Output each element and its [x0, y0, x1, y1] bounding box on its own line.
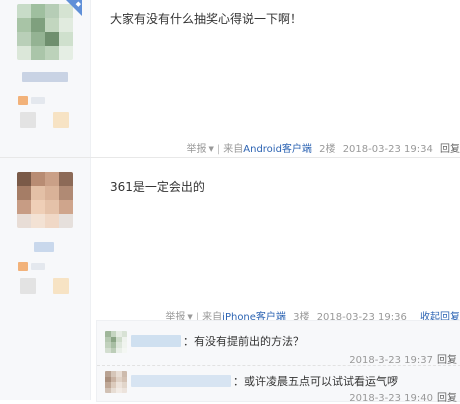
avatar[interactable] [17, 172, 73, 228]
avatar-mosaic [105, 371, 127, 393]
medal-blur-2 [53, 112, 69, 128]
corner-badge-icon: ◆ [66, 0, 82, 16]
sub-reply-time: 2018-3-23 19:40 [349, 393, 433, 404]
level-badge-blur [18, 262, 28, 271]
sub-reply-text: ：有没有提前出的方法？ [183, 333, 304, 349]
post-content: 361是一定会出的 [110, 178, 205, 195]
sub-reply-panel: ：有没有提前出的方法？ 2018-3-23 19:37回复 ：或许凌晨五点可以试… [96, 320, 460, 402]
sub-reply-item: ：有没有提前出的方法？ 2018-3-23 19:37回复 [97, 329, 460, 366]
post-floor-3: 361是一定会出的 举报▼|来自iPhone客户端 3楼 2018-03-23 … [0, 158, 460, 400]
avatar[interactable] [17, 4, 73, 60]
level-text-blur [31, 263, 45, 270]
level-badge-blur [18, 96, 28, 105]
caret-down-icon: ▼ [209, 145, 214, 153]
author-column [0, 158, 91, 400]
floor-number: 2楼 [319, 144, 335, 155]
client-link[interactable]: Android客户端 [243, 144, 312, 155]
sub-reply-meta: 2018-3-23 19:37回复 [349, 351, 457, 366]
sub-reply-avatar[interactable] [105, 331, 127, 353]
report-link[interactable]: 举报▼ [187, 144, 214, 155]
medal-blur-1 [20, 278, 36, 294]
medal-blur-2 [53, 278, 69, 294]
sub-reply-meta: 2018-3-23 19:40 回复 [349, 389, 457, 404]
author-column: ◆ [0, 0, 91, 157]
post-meta: 举报▼|来自Android客户端 2楼 2018-03-23 19:34 回复 [187, 140, 460, 155]
post-floor-2: ◆ 大家有没有什么抽奖心得说一下啊！ 举报▼|来自Android客户端 2楼 2… [0, 0, 460, 158]
reply-button[interactable]: 回复 [440, 144, 460, 155]
sub-reply-button[interactable]: 回复 [437, 393, 457, 404]
sub-reply-username-blur[interactable] [131, 335, 181, 347]
sub-reply-username-blur[interactable] [131, 375, 231, 387]
avatar-mosaic [105, 331, 127, 353]
level-text-blur [31, 97, 45, 104]
sub-reply-text: ：或许凌晨五点可以试试看运气啰 [233, 373, 398, 389]
post-content: 大家有没有什么抽奖心得说一下啊！ [110, 10, 302, 27]
sub-reply-item: ：或许凌晨五点可以试试看运气啰 2018-3-23 19:40 回复 [97, 365, 460, 401]
username-blur [22, 72, 68, 82]
source-prefix: 来自 [223, 144, 243, 155]
avatar-mosaic [17, 4, 73, 60]
sub-reply-avatar[interactable] [105, 371, 127, 393]
avatar-mosaic [17, 172, 73, 228]
post-time: 2018-03-23 19:34 [343, 144, 433, 155]
username-blur [34, 242, 54, 252]
divider: | [217, 144, 220, 155]
medal-blur-1 [20, 112, 36, 128]
